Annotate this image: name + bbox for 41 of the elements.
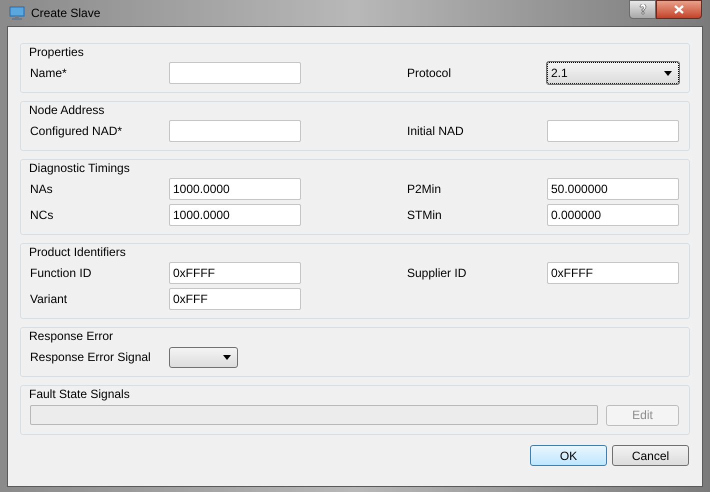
- text-field[interactable]: 1000.0000: [169, 178, 301, 200]
- field-label: STMin: [407, 207, 443, 224]
- signal-list-field[interactable]: [30, 405, 598, 425]
- dropdown[interactable]: [169, 346, 238, 368]
- help-button[interactable]: [629, 0, 656, 19]
- dialog-button[interactable]: OK: [530, 445, 607, 466]
- group-title: Diagnostic Timings: [29, 160, 131, 176]
- caret-icon: [223, 354, 231, 360]
- group-title: Response Error: [29, 328, 114, 344]
- field-label: Variant: [30, 291, 68, 308]
- text-field[interactable]: [169, 62, 301, 84]
- group-title: Properties: [29, 44, 85, 60]
- field-label: Function ID: [30, 265, 92, 282]
- close-button[interactable]: [656, 0, 702, 19]
- field-label: Initial NAD: [407, 123, 465, 140]
- field-label: Name*: [30, 65, 68, 82]
- field-label: P2Min: [407, 181, 442, 198]
- monitor-icon: [9, 6, 25, 20]
- text-field[interactable]: 0xFFFF: [547, 262, 679, 284]
- text-field[interactable]: 0xFFFF: [169, 262, 301, 284]
- text-field[interactable]: 0xFFF: [169, 288, 301, 310]
- text-field[interactable]: [547, 120, 679, 142]
- text-field[interactable]: 0.000000: [547, 204, 679, 226]
- window-title: Create Slave: [31, 5, 100, 22]
- field-label: Configured NAD*: [30, 123, 124, 140]
- group-title: Node Address: [29, 102, 106, 118]
- field-label: Response Error Signal: [30, 349, 152, 366]
- dialog-button[interactable]: Cancel: [612, 445, 689, 466]
- text-field[interactable]: 50.000000: [547, 178, 679, 200]
- question-icon: [638, 4, 646, 15]
- field-label: NAs: [30, 181, 54, 198]
- field-label: Supplier ID: [407, 265, 468, 282]
- group-title: Product Identifiers: [29, 244, 127, 260]
- field-label: NCs: [30, 207, 54, 224]
- group-title: Fault State Signals: [29, 386, 131, 402]
- text-field[interactable]: [169, 120, 301, 142]
- close-icon: [674, 5, 684, 14]
- text-field[interactable]: 1000.0000: [169, 204, 301, 226]
- dropdown[interactable]: 2.1: [547, 62, 679, 84]
- caret-icon: [664, 70, 672, 76]
- field-label: Protocol: [407, 65, 452, 82]
